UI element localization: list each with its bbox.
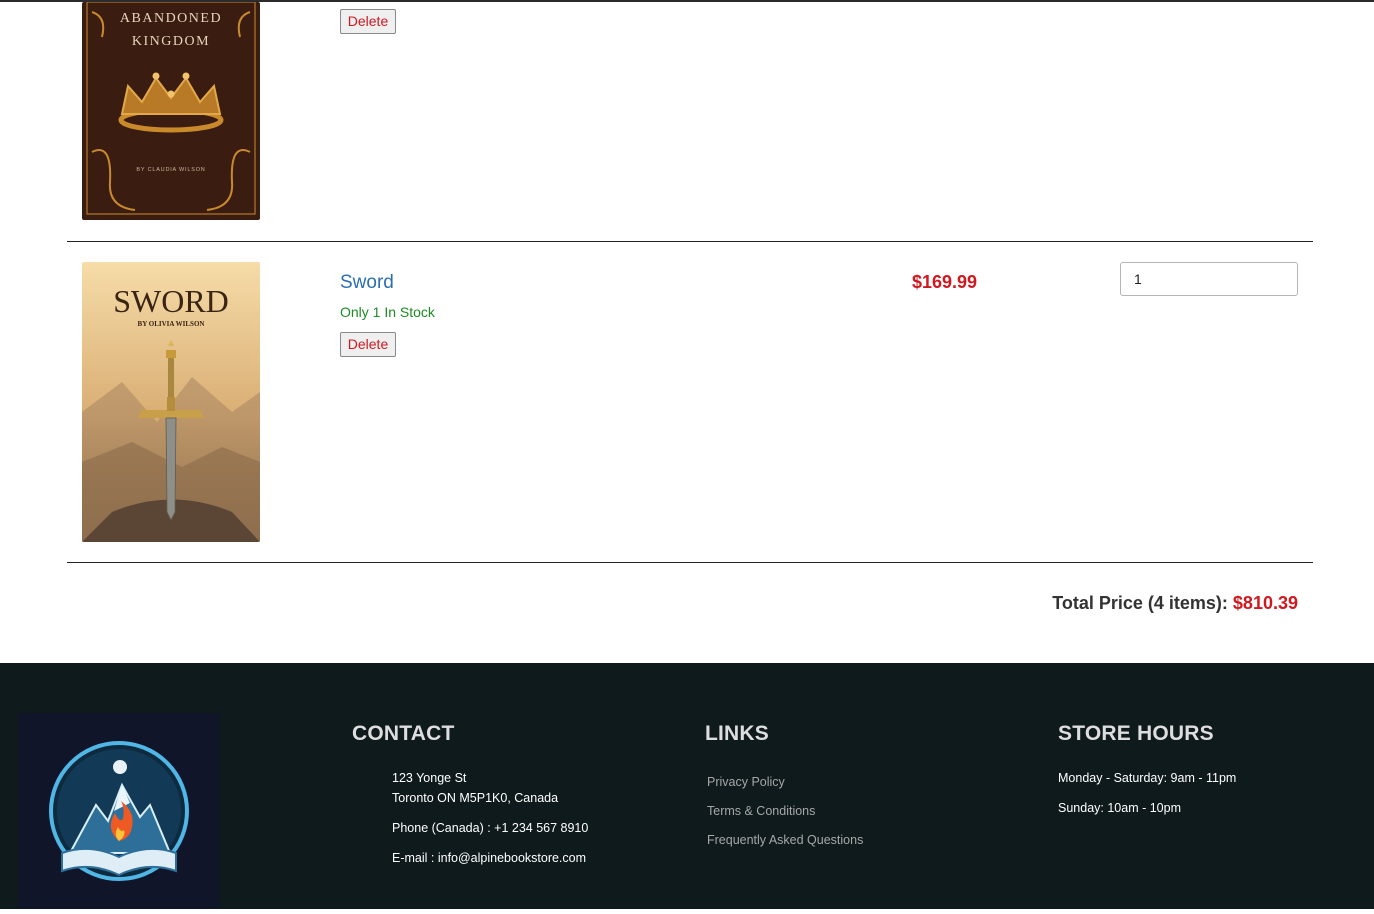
total-amount: $810.39 (1232, 593, 1298, 613)
cover-author: BY OLIVIA WILSON (138, 320, 205, 328)
address-line2: Toronto ON M5P1K0, Canada (392, 791, 559, 805)
terms-conditions-link[interactable]: Terms & Conditions (707, 804, 815, 818)
row-divider (67, 562, 1313, 563)
store-hours-heading: STORE HOURS (1058, 722, 1214, 745)
hours-weekdays: Monday - Saturday: 9am - 11pm (1058, 771, 1237, 785)
phone-text: Phone (Canada) : +1 234 567 8910 (392, 821, 589, 835)
contact-heading: CONTACT (352, 722, 455, 745)
cover-author: BY CLAUDIA WILSON (136, 167, 205, 173)
delete-button[interactable]: Delete (340, 332, 396, 357)
quantity-input[interactable] (1120, 262, 1298, 296)
faq-link[interactable]: Frequently Asked Questions (707, 833, 863, 847)
delete-button[interactable]: Delete (340, 9, 396, 34)
item-price: $169.99 (912, 272, 978, 292)
row-divider (67, 241, 1313, 242)
site-footer: CONTACT 123 Yonge St Toronto ON M5P1K0, … (0, 663, 1374, 909)
total-label: Total Price (4 items): (1052, 593, 1228, 613)
total-price: Total Price (4 items): $810.39 (1052, 593, 1298, 614)
stock-status: Only 1 In Stock (340, 304, 435, 320)
store-logo[interactable] (18, 713, 219, 909)
cover-title: SWORD (113, 283, 229, 319)
address-line1: 123 Yonge St (392, 771, 467, 785)
item-title-link[interactable]: Sword (340, 272, 394, 294)
links-heading: LINKS (705, 722, 769, 745)
cover-title-line2: KINGDOM (132, 34, 210, 49)
privacy-policy-link[interactable]: Privacy Policy (707, 775, 785, 789)
book-cover-sword[interactable]: SWORD BY OLIVIA WILSON (82, 262, 260, 542)
hours-sunday: Sunday: 10am - 10pm (1058, 801, 1181, 815)
email-text: E-mail : info@alpinebookstore.com (392, 851, 587, 865)
book-cover-abandoned-kingdom[interactable]: ABANDONED KINGDOM BY CLAUDIA WILSON (82, 2, 260, 220)
cover-title-line1: ABANDONED (120, 11, 222, 26)
